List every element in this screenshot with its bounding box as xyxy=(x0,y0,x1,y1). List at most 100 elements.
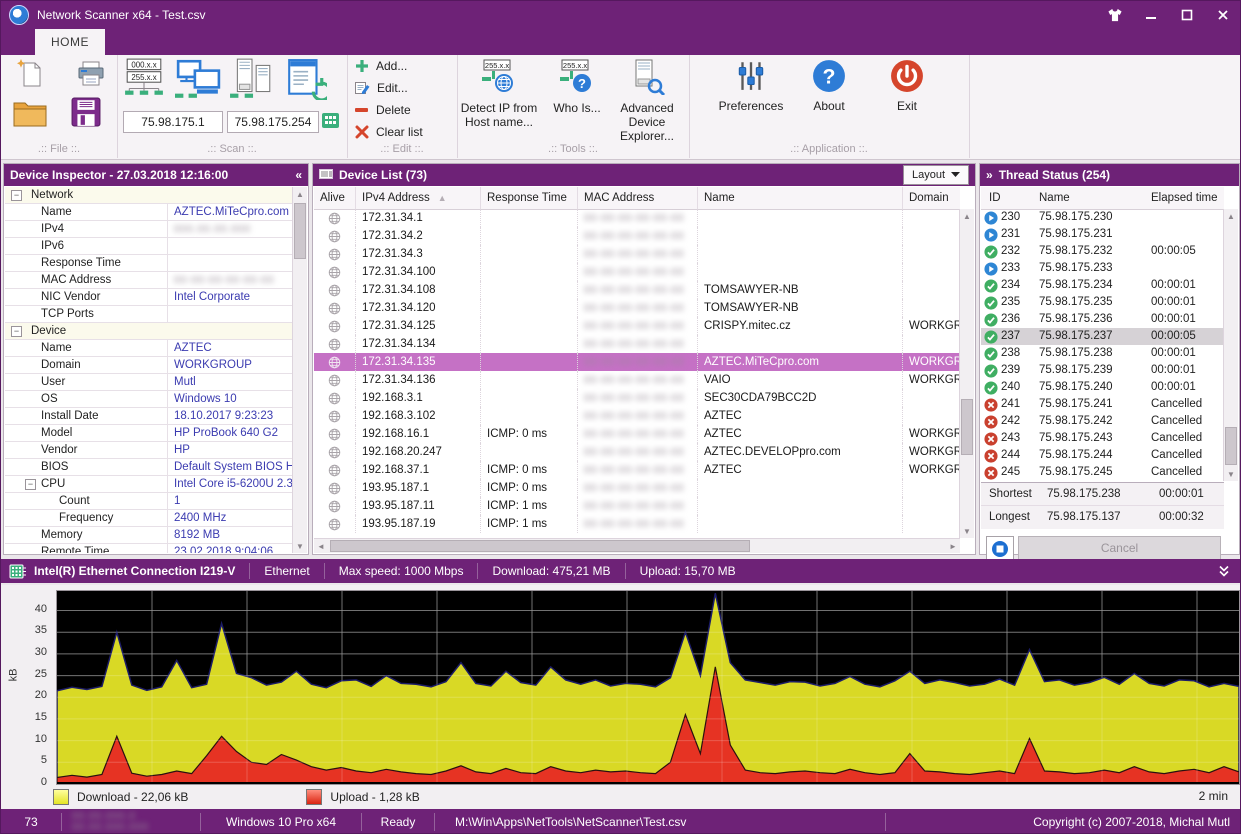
inspector-row[interactable]: NameAZTEC xyxy=(5,340,293,357)
device-row[interactable]: 172.31.34.300-00-00-00-00-00 xyxy=(314,245,960,263)
scrollbar-thumb[interactable] xyxy=(330,540,750,552)
scroll-up-icon[interactable]: ▲ xyxy=(293,187,307,201)
add-button[interactable]: Add... xyxy=(355,57,407,75)
device-row[interactable]: 172.31.34.100-00-00-00-00-00 xyxy=(314,209,960,227)
inspector-row[interactable]: UserMutl xyxy=(5,374,293,391)
thread-row[interactable]: 24575.98.175.245Cancelled xyxy=(981,464,1224,481)
thread-scrollbar[interactable]: ▲ ▼ xyxy=(1223,209,1238,481)
collapse-expander-icon[interactable]: − xyxy=(11,190,22,201)
device-row[interactable]: 172.31.34.13400-00-00-00-00-00 xyxy=(314,335,960,353)
device-list-vscrollbar[interactable]: ▲ ▼ xyxy=(959,209,974,538)
device-row[interactable]: 192.168.37.1ICMP: 0 ms00-00-00-00-00-00A… xyxy=(314,461,960,479)
column-header-id[interactable]: ID xyxy=(981,192,1039,204)
preferences-button[interactable]: Preferences xyxy=(709,59,793,113)
inspector-row[interactable]: Remote Time23.02.2018 9:04:06 xyxy=(5,544,293,553)
rescan-button[interactable] xyxy=(285,58,327,103)
scrollbar-thumb[interactable] xyxy=(961,399,973,455)
minimize-button[interactable] xyxy=(1140,5,1162,25)
scroll-right-icon[interactable]: ► xyxy=(946,539,960,553)
layout-dropdown-button[interactable]: Layout xyxy=(903,165,969,185)
exit-button[interactable]: Exit xyxy=(865,59,949,113)
inspector-row[interactable]: VendorHP xyxy=(5,442,293,459)
inspector-row[interactable]: IPv6 xyxy=(5,238,293,255)
inspector-row[interactable]: Response Time xyxy=(5,255,293,272)
thread-row[interactable]: 24175.98.175.241Cancelled xyxy=(981,396,1224,413)
inspector-row[interactable]: Count1 xyxy=(5,493,293,510)
inspector-row[interactable]: BIOSDefault System BIOS HPQOE... xyxy=(5,459,293,476)
column-header-mac[interactable]: MAC Address xyxy=(578,187,698,209)
delete-button[interactable]: Delete xyxy=(355,101,411,119)
device-row[interactable]: 172.31.34.12000-00-00-00-00-00TOMSAWYER-… xyxy=(314,299,960,317)
maximize-button[interactable] xyxy=(1176,5,1198,25)
skin-button[interactable] xyxy=(1104,5,1126,25)
thread-row[interactable]: 23075.98.175.230 xyxy=(981,209,1224,226)
inspector-row[interactable]: NameAZTEC.MiTeCpro.com xyxy=(5,204,293,221)
inspector-group-row[interactable]: −Device xyxy=(5,323,293,340)
scroll-up-icon[interactable]: ▲ xyxy=(960,209,974,223)
inspector-group-row[interactable]: −Network xyxy=(5,187,293,204)
expand-panel-button[interactable]: » xyxy=(986,168,993,182)
inspector-row[interactable]: MAC Address00-00-00-00-00-00 xyxy=(5,272,293,289)
device-row[interactable]: 172.31.34.12500-00-00-00-00-00CRISPY.mit… xyxy=(314,317,960,335)
device-list-hscrollbar[interactable]: ◄ ► xyxy=(314,538,960,553)
inspector-row[interactable]: DomainWORKGROUP xyxy=(5,357,293,374)
edit-button[interactable]: Edit... xyxy=(355,79,408,97)
column-header-alive[interactable]: Alive xyxy=(314,187,356,209)
open-file-button[interactable] xyxy=(13,99,47,130)
device-row[interactable]: 172.31.34.200-00-00-00-00-00 xyxy=(314,227,960,245)
device-row[interactable]: 192.168.20.24700-00-00-00-00-00AZTEC.DEV… xyxy=(314,443,960,461)
scroll-up-icon[interactable]: ▲ xyxy=(1224,209,1238,223)
tab-home[interactable]: HOME xyxy=(35,29,105,55)
inspector-row[interactable]: −CPUIntel Core i5-6200U 2.30GHz xyxy=(5,476,293,493)
scrollbar-thumb[interactable] xyxy=(1225,427,1237,465)
column-header-name[interactable]: Name xyxy=(1039,192,1151,204)
close-button[interactable] xyxy=(1212,5,1234,25)
print-button[interactable] xyxy=(77,61,105,90)
inspector-scrollbar[interactable]: ▲ ▼ xyxy=(292,187,307,553)
scan-network-button[interactable] xyxy=(175,59,221,102)
device-row[interactable]: 172.31.34.10800-00-00-00-00-00TOMSAWYER-… xyxy=(314,281,960,299)
detect-ip-button[interactable]: 255.x.x Detect IP from Host name... xyxy=(457,59,541,129)
device-row[interactable]: 193.95.187.11ICMP: 1 ms00-00-00-00-00-00 xyxy=(314,497,960,515)
collapse-panel-button[interactable]: « xyxy=(295,168,302,182)
thread-row[interactable]: 24475.98.175.244Cancelled xyxy=(981,447,1224,464)
scroll-down-icon[interactable]: ▼ xyxy=(960,524,974,538)
about-button[interactable]: ? About xyxy=(787,59,871,113)
inspector-row[interactable]: Memory8192 MB xyxy=(5,527,293,544)
ip-to-input[interactable] xyxy=(227,111,319,133)
device-row[interactable]: 172.31.34.10000-00-00-00-00-00 xyxy=(314,263,960,281)
thread-row[interactable]: 24375.98.175.243Cancelled xyxy=(981,430,1224,447)
ip-range-button[interactable]: 000.x.x255.x.x xyxy=(123,57,165,102)
inspector-row[interactable]: IPv4000.00.00.000 xyxy=(5,221,293,238)
scroll-down-icon[interactable]: ▼ xyxy=(293,539,307,553)
column-header-elapsed[interactable]: Elapsed time xyxy=(1151,192,1224,204)
save-button[interactable] xyxy=(71,97,101,130)
device-row[interactable]: 172.31.34.13500-00-00-00-00-00AZTEC.MiTe… xyxy=(314,353,960,371)
inspector-row[interactable]: Frequency2400 MHz xyxy=(5,510,293,527)
inspector-row[interactable]: ModelHP ProBook 640 G2 xyxy=(5,425,293,442)
device-row[interactable]: 193.95.187.19ICMP: 1 ms00-00-00-00-00-00 xyxy=(314,515,960,533)
scrollbar-thumb[interactable] xyxy=(294,203,306,259)
thread-row[interactable]: 24275.98.175.242Cancelled xyxy=(981,413,1224,430)
thread-row[interactable]: 23975.98.175.23900:00:01 xyxy=(981,362,1224,379)
device-row[interactable]: 192.168.3.10200-00-00-00-00-00AZTEC xyxy=(314,407,960,425)
expand-traffic-button[interactable] xyxy=(1218,565,1230,580)
new-file-button[interactable] xyxy=(17,59,43,92)
column-header-domain[interactable]: Domain xyxy=(903,187,960,209)
thread-row[interactable]: 23575.98.175.23500:00:01 xyxy=(981,294,1224,311)
thread-row[interactable]: 23375.98.175.233 xyxy=(981,260,1224,277)
device-row[interactable]: 192.168.3.100-00-00-00-00-00SEC30CDA79BC… xyxy=(314,389,960,407)
scroll-down-icon[interactable]: ▼ xyxy=(1224,467,1238,481)
device-row[interactable]: 193.95.187.1ICMP: 0 ms00-00-00-00-00-00 xyxy=(314,479,960,497)
scan-hosts-button[interactable] xyxy=(229,58,275,103)
device-row[interactable]: 192.168.16.1ICMP: 0 ms00-00-00-00-00-00A… xyxy=(314,425,960,443)
inspector-row[interactable]: NIC VendorIntel Corporate xyxy=(5,289,293,306)
collapse-expander-icon[interactable]: − xyxy=(25,479,36,490)
collapse-expander-icon[interactable]: − xyxy=(11,326,22,337)
column-header-response[interactable]: Response Time xyxy=(481,187,578,209)
column-header-ipv4[interactable]: IPv4 Address ▲ xyxy=(356,187,481,209)
thread-row[interactable]: 23175.98.175.231 xyxy=(981,226,1224,243)
inspector-row[interactable]: TCP Ports xyxy=(5,306,293,323)
clear-list-button[interactable]: Clear list xyxy=(355,123,423,141)
thread-row[interactable]: 23275.98.175.23200:00:05 xyxy=(981,243,1224,260)
